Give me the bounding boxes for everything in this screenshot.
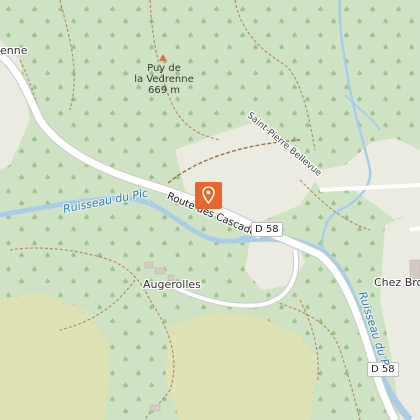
peak-name-line2: la Vedrenne: [134, 74, 194, 85]
location-marker[interactable]: [195, 182, 222, 209]
map-view[interactable]: ♠ ♠: [0, 0, 420, 420]
road-shield-d58-upper: D 58: [251, 222, 283, 237]
village-label-augerolles: Augerolles: [143, 278, 201, 291]
building: [149, 404, 161, 412]
building: [154, 267, 166, 275]
peak-elevation: 669 m: [147, 85, 180, 96]
map-pin-icon: [202, 186, 215, 205]
place-label-top-left: enne: [0, 44, 28, 57]
village-label-chez-bro: Chez Bro: [374, 276, 420, 289]
peak-name-line1: Puy de: [147, 63, 181, 74]
peak-label: Puy de la Vedrenne 669 m: [130, 63, 198, 96]
building: [144, 261, 154, 269]
